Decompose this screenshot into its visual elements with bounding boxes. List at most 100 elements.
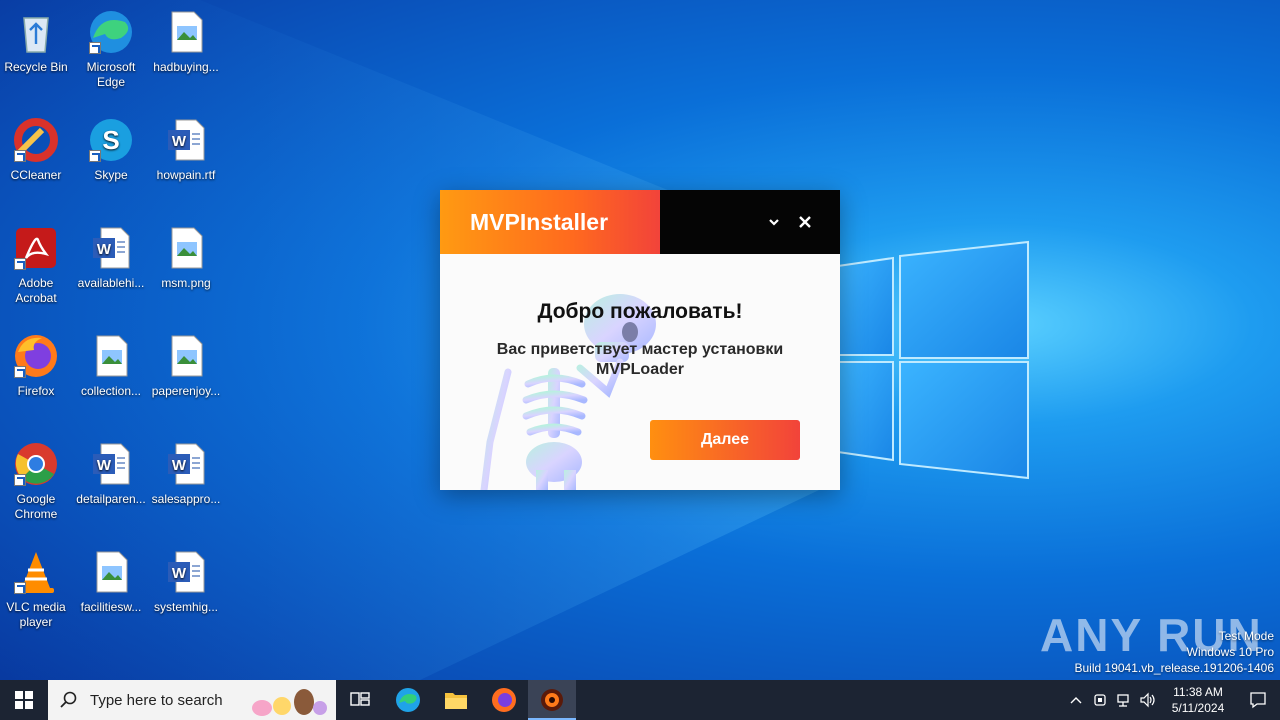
taskbar-edge[interactable] [384, 680, 432, 720]
search-icon [60, 691, 77, 708]
desktop-icon-label: paperenjoy... [151, 384, 221, 398]
svg-text:W: W [172, 457, 187, 474]
watermark-edition: Windows 10 Pro [1186, 645, 1274, 659]
image-file-icon [87, 548, 135, 596]
welcome-subtitle: Вас приветствует мастер установки MVPLoa… [470, 340, 810, 380]
shortcut-arrow-icon [14, 258, 26, 270]
close-button[interactable] [791, 208, 819, 236]
desktop-icon-label: howpain.rtf [156, 168, 216, 182]
shortcut-arrow-icon [14, 150, 26, 162]
chrome-icon [12, 440, 60, 488]
desktop-icon-collection[interactable]: collection... [73, 332, 149, 399]
desktop-icon-label: Skype [94, 168, 128, 182]
installer-app-icon [541, 689, 563, 711]
taskbar-installer-app[interactable] [528, 680, 576, 720]
watermark-test-mode: Test Mode [1218, 629, 1274, 643]
task-view-button[interactable] [336, 680, 384, 720]
desktop-icon-paperenjoy[interactable]: paperenjoy... [148, 332, 224, 399]
installer-titlebar[interactable] [660, 190, 840, 254]
tray-volume[interactable] [1136, 680, 1160, 720]
taskbar-search-box[interactable]: Type here to search [48, 680, 336, 720]
desktop-icon-msm-png[interactable]: msm.png [148, 224, 224, 291]
firefox-icon [12, 332, 60, 380]
taskbar-clock[interactable]: 11:38 AM 5/11/2024 [1160, 684, 1236, 716]
clock-time: 11:38 AM [1173, 685, 1223, 699]
desktop-icon-ccleaner[interactable]: CCleaner [0, 116, 74, 183]
defender-shield-icon [1094, 694, 1106, 706]
chevron-down-icon [769, 219, 779, 226]
chevron-up-icon [1070, 697, 1082, 704]
desktop-icon-recycle-bin[interactable]: Recycle Bin [0, 8, 74, 75]
desktop-icon-systemhig[interactable]: Wsystemhig... [148, 548, 224, 615]
word-document-icon: W [162, 116, 210, 164]
next-button[interactable]: Далее [650, 420, 800, 460]
image-file-icon [162, 8, 210, 56]
word-document-icon: W [162, 440, 210, 488]
vlc-icon [12, 548, 60, 596]
image-file-icon [162, 332, 210, 380]
desktop-icon-microsoft-edge[interactable]: Microsoft Edge [73, 8, 149, 90]
desktop-icon-howpain-rtf[interactable]: Whowpain.rtf [148, 116, 224, 183]
word-document-icon: W [87, 224, 135, 272]
desktop-icon-firefox[interactable]: Firefox [0, 332, 74, 399]
svg-text:S: S [102, 125, 119, 155]
image-file-icon [87, 332, 135, 380]
desktop-icon-label: facilitiesw... [80, 600, 142, 614]
subtitle-line-1: Вас приветствует мастер установки [496, 341, 784, 358]
desktop-icon-vlc-media-player[interactable]: VLC media player [0, 548, 74, 630]
folder-icon [445, 693, 467, 709]
svg-text:W: W [172, 565, 187, 582]
installer-brand: MVPInstaller [440, 190, 660, 254]
desktop-icon-salesappro[interactable]: Wsalesappro... [148, 440, 224, 507]
shortcut-arrow-icon [14, 366, 26, 378]
taskbar-file-explorer[interactable] [432, 680, 480, 720]
start-button[interactable] [0, 680, 48, 720]
volume-icon [1140, 692, 1155, 708]
desktop-icon-label: msm.png [161, 276, 211, 290]
shortcut-arrow-icon [14, 582, 26, 594]
desktop-icon-skype[interactable]: S Skype [73, 116, 149, 183]
tray-security[interactable] [1088, 680, 1112, 720]
subtitle-line-2: MVPLoader [595, 361, 684, 378]
windows-start-icon [15, 691, 33, 709]
edge-icon [396, 688, 420, 712]
desktop-icon-label: Microsoft Edge [86, 60, 136, 89]
notification-icon [1250, 692, 1266, 709]
show-hidden-icons-button[interactable] [1064, 680, 1088, 720]
taskbar-firefox[interactable] [480, 680, 528, 720]
close-icon [799, 216, 811, 228]
firefox-icon [492, 688, 516, 712]
desktop-icon-detailparen[interactable]: Wdetailparen... [73, 440, 149, 507]
system-tray: 11:38 AM 5/11/2024 [1064, 680, 1280, 720]
shortcut-arrow-icon [89, 42, 101, 54]
desktop-icon-label: hadbuying... [153, 60, 219, 74]
watermark-build: Build 19041.vb_release.191206-1406 [1074, 661, 1275, 675]
desktop-icon-label: Firefox [17, 384, 55, 398]
desktop-icon-label: Adobe Acrobat [15, 276, 57, 305]
desktop-icon-hadbuying[interactable]: hadbuying... [148, 8, 224, 75]
clock-date: 5/11/2024 [1171, 701, 1225, 715]
desktop-icon-label: VLC media player [6, 600, 66, 629]
os-watermark: Test Mode Windows 10 Pro Build 19041.vb_… [1075, 628, 1275, 676]
edge-icon [87, 8, 135, 56]
desktop-icon-label: detailparen... [76, 492, 146, 506]
word-document-icon: W [87, 440, 135, 488]
desktop-icon-label: systemhig... [153, 600, 219, 614]
desktop-icon-google-chrome[interactable]: Google Chrome [0, 440, 74, 522]
image-file-icon [162, 224, 210, 272]
search-highlight-decoration-icon [252, 689, 327, 716]
desktop-icon-availablehi[interactable]: Wavailablehi... [73, 224, 149, 291]
svg-text:W: W [97, 241, 112, 258]
desktop-icon-facilitiesw[interactable]: facilitiesw... [73, 548, 149, 615]
word-document-icon: W [162, 548, 210, 596]
installer-body: Добро пожаловать! Вас приветствует масте… [440, 254, 840, 490]
installer-header: MVPInstaller [440, 190, 840, 254]
desktop-icon-adobe-acrobat[interactable]: Adobe Acrobat [0, 224, 74, 306]
tray-network[interactable] [1112, 680, 1136, 720]
shortcut-arrow-icon [89, 150, 101, 162]
ccleaner-icon [12, 116, 60, 164]
action-center-button[interactable] [1236, 680, 1280, 720]
minimize-button[interactable] [760, 208, 788, 236]
svg-text:W: W [97, 457, 112, 474]
desktop-icon-label: Google Chrome [14, 492, 58, 521]
